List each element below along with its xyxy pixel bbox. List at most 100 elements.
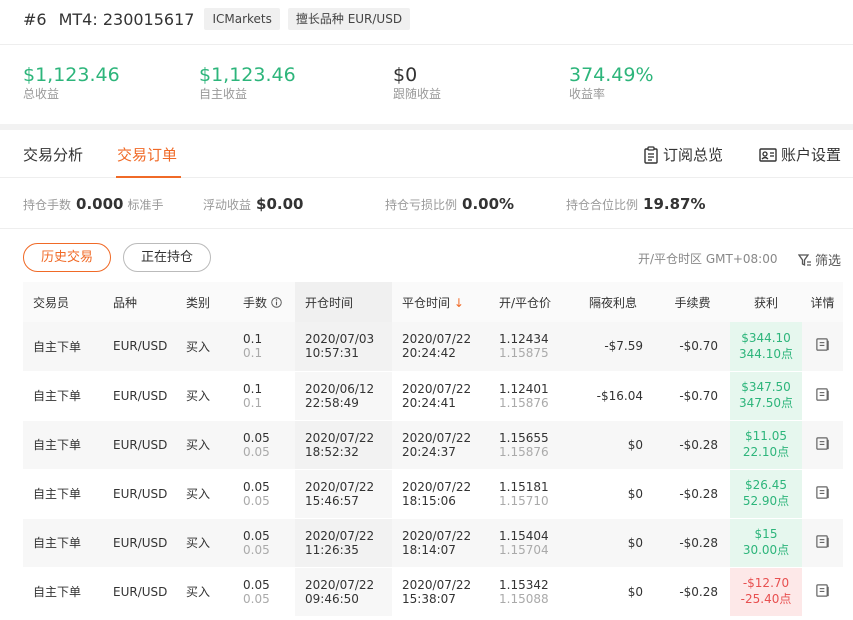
position-value: 19.87%	[643, 195, 706, 213]
table-row: 自主下单 EUR/USD 买入 0.05 0.05 2020/07/22 18:52:32 2…	[23, 420, 843, 470]
table-row: 自主下单 EUR/USD 买入 0.1 0.1 2020/07/03 10:57:31 202…	[23, 322, 843, 372]
position-label: 浮动收益	[203, 198, 252, 212]
cell-open-time: 2020/06/12 22:58:49	[295, 371, 392, 421]
rank-number: #6	[23, 9, 47, 29]
col-close-time[interactable]: 平仓时间 ↓	[392, 282, 489, 322]
open-date: 2020/07/03	[305, 332, 375, 347]
cell-type: 买入	[176, 567, 233, 617]
stats-panel: $1,123.46 总收益 $1,123.46 自主收益 $0 跟随收益 374…	[0, 44, 853, 124]
cell-lots: 0.05 0.05	[233, 567, 295, 617]
close-clock: 18:15:06	[402, 493, 456, 508]
table-row: 自主下单 EUR/USD 买入 0.05 0.05 2020/07/22 11:26:35 2…	[23, 518, 843, 568]
open-price: 1.15655	[499, 430, 549, 445]
detail-icon[interactable]	[815, 583, 830, 601]
detail-icon[interactable]	[815, 485, 830, 503]
open-date: 2020/07/22	[305, 430, 375, 445]
position-label: 持仓合位比例	[566, 198, 639, 212]
lots-open: 0.05	[243, 430, 270, 445]
filter-button[interactable]: 筛选	[798, 250, 841, 269]
cell-price: 1.15404 1.15704	[489, 518, 571, 568]
open-date: 2020/06/12	[305, 381, 375, 396]
cell-type: 买入	[176, 518, 233, 568]
cell-trader: 自主下单	[23, 518, 103, 568]
cell-trader: 自主下单	[23, 567, 103, 617]
close-price: 1.15875	[499, 346, 549, 361]
close-price: 1.15876	[499, 444, 549, 459]
account-header: #6 MT4: 230015617 ICMarkets 擅长品种 EUR/USD	[23, 8, 418, 30]
detail-icon[interactable]	[815, 436, 830, 454]
cell-detail	[802, 567, 843, 617]
cell-fee: -$0.70	[655, 322, 730, 372]
close-price: 1.15704	[499, 542, 549, 557]
filter-icon	[798, 253, 811, 266]
cell-symbol: EUR/USD	[103, 469, 176, 519]
close-date: 2020/07/22	[402, 528, 472, 543]
open-price: 1.12401	[499, 381, 549, 396]
cell-profit: $344.10 344.10点	[730, 322, 802, 372]
account-settings-link[interactable]: 账户设置	[759, 144, 841, 165]
cell-open-time: 2020/07/22 11:26:35	[295, 518, 392, 568]
cell-swap: $0	[571, 469, 655, 519]
stat-value: $1,123.46	[23, 64, 120, 86]
cell-price: 1.12401 1.15876	[489, 371, 571, 421]
close-price: 1.15710	[499, 493, 549, 508]
info-icon[interactable]	[271, 296, 282, 308]
cell-close-time: 2020/07/22 20:24:41	[392, 371, 489, 421]
cell-type: 买入	[176, 371, 233, 421]
tab-trade-orders[interactable]: 交易订单	[117, 144, 177, 165]
cell-profit: $11.05 22.10点	[730, 420, 802, 470]
detail-icon[interactable]	[815, 337, 830, 355]
cell-symbol: EUR/USD	[103, 567, 176, 617]
tab-trade-analysis[interactable]: 交易分析	[23, 144, 83, 165]
cell-symbol: EUR/USD	[103, 371, 176, 421]
cell-close-time: 2020/07/22 20:24:42	[392, 322, 489, 372]
profit-points: 52.90点	[742, 494, 790, 508]
position-label: 持仓亏损比例	[385, 198, 458, 212]
table-row: 自主下单 EUR/USD 买入 0.1 0.1 2020/06/12 22:58:49 202…	[23, 371, 843, 421]
col-close-time-label: 平仓时间	[402, 295, 451, 310]
profit-points: 22.10点	[742, 445, 790, 459]
open-positions-button[interactable]: 正在持仓	[123, 243, 211, 272]
close-date: 2020/07/22	[402, 479, 472, 494]
cell-symbol: EUR/USD	[103, 322, 176, 372]
col-open-time[interactable]: 开仓时间	[295, 282, 392, 322]
detail-icon[interactable]	[815, 534, 830, 552]
open-clock: 18:52:32	[305, 444, 359, 459]
col-symbol: 品种	[103, 282, 176, 322]
cell-price: 1.15181 1.15710	[489, 469, 571, 519]
cell-lots: 0.05 0.05	[233, 420, 295, 470]
col-swap: 隔夜利息	[571, 282, 655, 322]
profit-amount: $15	[754, 527, 778, 541]
subscription-overview-link[interactable]: 订阅总览	[643, 144, 723, 165]
detail-icon[interactable]	[815, 387, 830, 405]
stat-follow-profit: $0 跟随收益	[393, 63, 441, 101]
close-date: 2020/07/22	[402, 577, 472, 592]
cell-lots: 0.1 0.1	[233, 371, 295, 421]
cell-lots: 0.1 0.1	[233, 322, 295, 372]
cell-close-time: 2020/07/22 20:24:37	[392, 420, 489, 470]
profit-points: 344.10点	[739, 346, 793, 361]
cell-lots: 0.05 0.05	[233, 518, 295, 568]
account-settings-icon	[759, 147, 777, 162]
active-tab-indicator	[116, 176, 181, 178]
cell-profit: $347.50 347.50点	[730, 371, 802, 421]
close-clock: 15:38:07	[402, 591, 456, 606]
position-label: 持仓手数	[23, 198, 72, 212]
account-settings-label: 账户设置	[781, 146, 842, 164]
history-trades-button[interactable]: 历史交易	[23, 243, 111, 272]
stat-total-profit: $1,123.46 总收益	[23, 63, 120, 101]
cell-open-time: 2020/07/03 10:57:31	[295, 322, 392, 372]
close-clock: 18:14:07	[402, 542, 456, 557]
col-lots-label: 手数	[243, 295, 268, 310]
open-price: 1.12434	[499, 332, 549, 347]
cell-price: 1.12434 1.15875	[489, 322, 571, 372]
cell-detail	[802, 322, 843, 372]
stat-label: 总收益	[23, 87, 60, 101]
position-value: 0.00%	[462, 195, 515, 213]
stat-return-rate: 374.49% 收益率	[569, 63, 654, 101]
lots-close: 0.05	[243, 493, 270, 508]
lots-close: 0.05	[243, 444, 270, 459]
lots-open: 0.1	[243, 332, 263, 347]
cell-profit: $15 30.00点	[730, 518, 802, 568]
timezone-label: 开/平仓时区 GMT+08:00	[638, 252, 778, 266]
